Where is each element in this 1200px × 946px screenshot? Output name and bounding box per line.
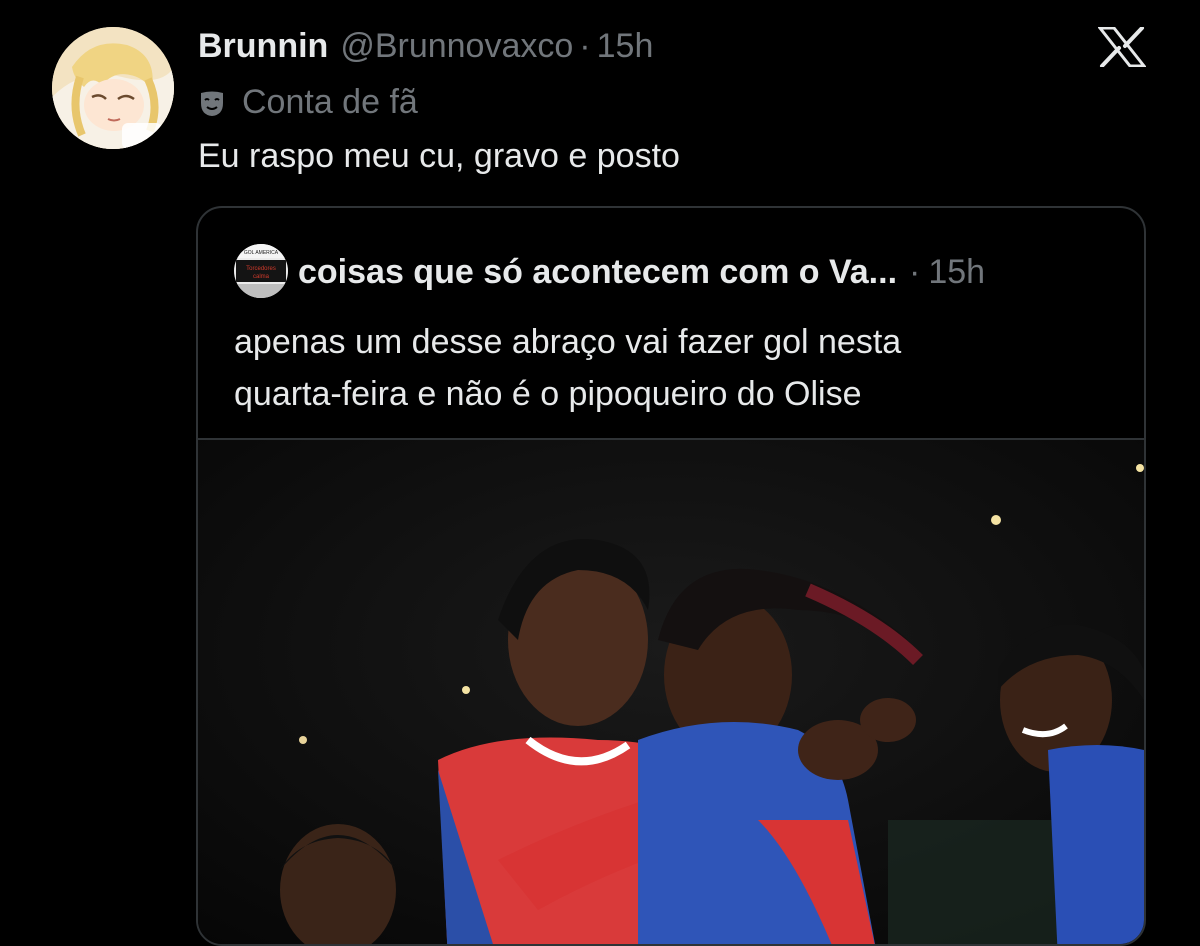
tweet-text: Eu raspo meu cu, gravo e posto [198, 137, 680, 175]
quoted-avatar-text-bot: calma [253, 274, 270, 280]
account-label: Conta de fã [198, 80, 418, 124]
account-label-text: Conta de fã [242, 82, 418, 121]
quoted-header-separator: · [909, 252, 921, 291]
quoted-author-avatar[interactable]: GOL AMERICA Torcedores calma [234, 244, 288, 298]
quoted-avatar-text-mid: Torcedores [246, 266, 276, 272]
theater-mask-icon [198, 88, 226, 116]
tweet-timestamp[interactable]: 15h [597, 27, 654, 66]
x-logo-icon[interactable] [1096, 26, 1148, 68]
quoted-tweet-photo[interactable] [198, 438, 1144, 944]
header-separator: · [579, 26, 591, 65]
quoted-tweet-header: coisas que só acontecem com o Va... · 15… [298, 248, 985, 296]
quoted-tweet-timestamp[interactable]: 15h [928, 253, 985, 292]
football-celebration-photo [198, 440, 1144, 944]
quoted-tweet-text: apenas um desse abraço vai fazer gol nes… [234, 316, 1114, 420]
anime-avatar-image [52, 27, 174, 149]
tweet-header: Brunnin @Brunnovaxco · 15h [198, 22, 653, 70]
author-avatar[interactable] [52, 27, 174, 149]
quoted-avatar-text-top: GOL AMERICA [244, 250, 279, 256]
quoted-author-name[interactable]: coisas que só acontecem com o Va... [298, 253, 897, 292]
author-handle[interactable]: @Brunnovaxco [340, 27, 573, 66]
quoted-text-line-1: apenas um desse abraço vai fazer gol nes… [234, 323, 902, 361]
quoted-tweet-card[interactable]: GOL AMERICA Torcedores calma coisas que … [196, 206, 1146, 946]
author-display-name[interactable]: Brunnin [198, 27, 328, 66]
quoted-text-line-2: quarta-feira e não é o pipoqueiro do Oli… [234, 375, 862, 413]
